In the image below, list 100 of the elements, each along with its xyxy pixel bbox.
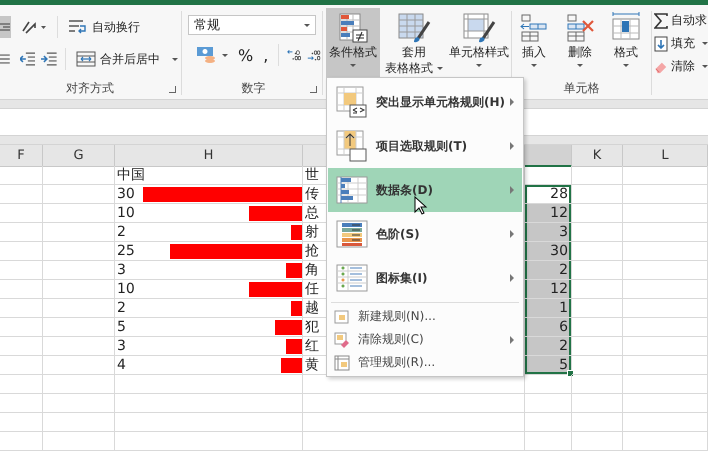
table-cell[interactable]: 12 [525, 280, 572, 299]
merge-center-icon [76, 51, 96, 67]
caret-icon [172, 58, 178, 60]
table-cell [43, 242, 115, 261]
table-cell[interactable]: 28 [525, 185, 572, 204]
comma-button[interactable]: , [261, 44, 270, 66]
column-header[interactable]: H [115, 145, 303, 167]
table-cell [572, 356, 623, 375]
number-format-select[interactable]: 常规 [188, 15, 316, 35]
ribbon-button[interactable]: 清除 [654, 57, 708, 76]
table-cell [572, 242, 623, 261]
table-brush-icon [397, 12, 432, 44]
table-cell[interactable]: 2 [525, 337, 572, 356]
table-cell [0, 280, 43, 299]
table-cell [0, 166, 43, 185]
group-label: 单元格 [564, 80, 600, 97]
fill-handle[interactable] [567, 370, 574, 377]
table-cell: 5 [115, 318, 303, 337]
table-cell: 2 [115, 299, 303, 318]
align-right-icon [0, 22, 10, 32]
table-cell [525, 432, 572, 451]
table-cell [43, 394, 115, 413]
manage-rules-icon [334, 354, 350, 370]
percent-button[interactable]: % [236, 44, 256, 66]
table-cell[interactable]: 3 [525, 223, 572, 242]
table-cell [0, 432, 43, 451]
ribbon-button[interactable]: 删除 [561, 8, 599, 78]
ribbon-button[interactable]: 自动求 [654, 11, 708, 30]
table-cell [572, 432, 623, 451]
table-cell [43, 375, 115, 394]
table-cell [572, 223, 623, 242]
table-cell: 30 [115, 185, 303, 204]
column-header[interactable]: G [43, 145, 115, 167]
merge-center-button[interactable]: 合并后居中 [74, 48, 180, 70]
table-cell [0, 318, 43, 337]
sum-icon [654, 12, 668, 28]
table-cell [0, 261, 43, 280]
fill-down-icon [654, 36, 668, 52]
ribbon-button[interactable]: 格式 [607, 8, 645, 78]
align-left-icon[interactable] [0, 53, 10, 65]
table-cell[interactable]: 30 [525, 242, 572, 261]
column-header[interactable]: L [623, 145, 708, 167]
table-cell[interactable]: 12 [525, 204, 572, 223]
table-cell[interactable]: 6 [525, 318, 572, 337]
data-bars-icon [336, 176, 368, 204]
table-cell [0, 299, 43, 318]
menu-item[interactable]: 突出显示单元格规则(H) [328, 80, 522, 124]
table-cell [43, 280, 115, 299]
table-cell: 2 [115, 223, 303, 242]
conditional-format-icon [337, 12, 369, 44]
table-cell [43, 337, 115, 356]
table-cell: 10 [115, 280, 303, 299]
table-cell [572, 166, 623, 185]
table-cell [0, 375, 43, 394]
table-cell [525, 394, 572, 413]
currency-format-button[interactable] [194, 44, 230, 66]
table-cell: 4 [115, 356, 303, 375]
column-header[interactable] [525, 145, 572, 167]
icon-sets-icon [336, 264, 368, 292]
ribbon-button[interactable]: 填充 [654, 34, 708, 53]
color-scales-icon [336, 220, 368, 248]
table-cell [0, 337, 43, 356]
table-cell [0, 223, 43, 242]
top-bottom-rules-icon [336, 130, 368, 162]
table-cell [572, 261, 623, 280]
table-cell [572, 375, 623, 394]
wrap-text-button[interactable]: 自动换行 [66, 16, 142, 38]
table-cell [572, 337, 623, 356]
menu-item[interactable]: 数据条(D) [328, 168, 522, 212]
align-right-button[interactable] [0, 16, 11, 38]
table-cell: 3 [115, 261, 303, 280]
clear-rules-icon [334, 332, 350, 348]
table-cell [43, 432, 115, 451]
table-cell: 25 [115, 242, 303, 261]
table-cell[interactable]: 2 [525, 261, 572, 280]
currency-icon [196, 46, 218, 64]
table-cell [0, 204, 43, 223]
table-cell[interactable]: 1 [525, 299, 572, 318]
table-cell [572, 280, 623, 299]
table-cell [0, 394, 43, 413]
dialog-launcher-icon[interactable] [310, 86, 317, 93]
table-cell[interactable]: 5 [525, 356, 572, 375]
decrease-indent-icon[interactable] [20, 52, 36, 66]
table-cell [43, 185, 115, 204]
increase-indent-icon[interactable] [41, 52, 58, 66]
menu-item[interactable]: 项目选取规则(T) [328, 124, 522, 168]
table-cell [0, 356, 43, 375]
wrap-text-icon [68, 19, 88, 35]
table-cell [43, 318, 115, 337]
table-cell [43, 356, 115, 375]
column-header[interactable]: K [572, 145, 623, 167]
ribbon-button[interactable]: 插入 [515, 8, 553, 78]
highlight-rules-icon [336, 86, 368, 118]
table-cell: 中国 [115, 166, 303, 185]
group-label: 数字 [242, 80, 266, 96]
dialog-launcher-icon[interactable] [169, 86, 176, 93]
table-cell [525, 413, 572, 432]
caret-icon [623, 64, 629, 67]
cell-brush-icon [462, 12, 496, 44]
column-header[interactable]: F [0, 145, 43, 167]
